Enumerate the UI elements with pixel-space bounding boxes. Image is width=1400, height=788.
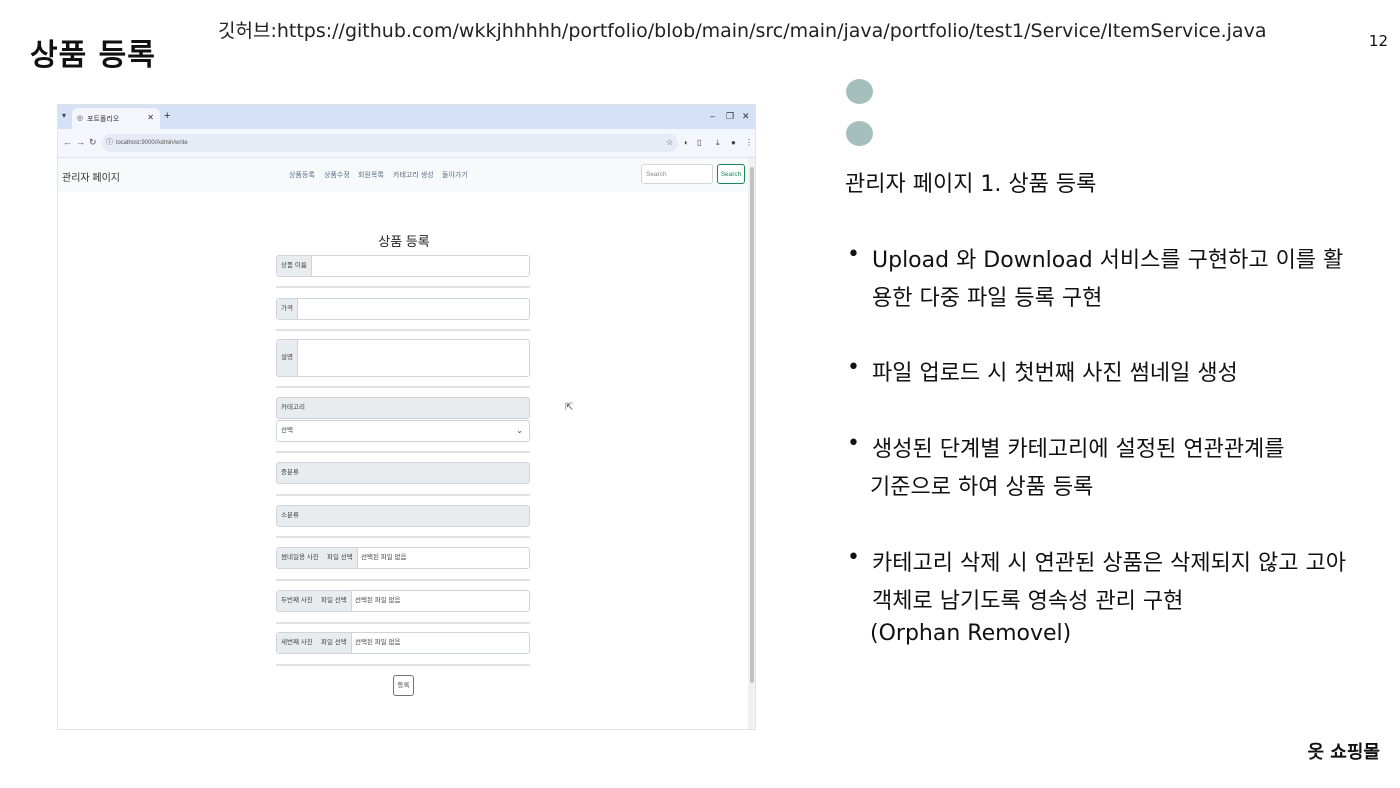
price-field[interactable]: 가격 xyxy=(276,298,530,320)
divider xyxy=(276,622,530,624)
restore-icon[interactable]: ❐ xyxy=(726,111,734,122)
minimize-icon[interactable]: – xyxy=(710,111,715,121)
chevron-down-icon: ⌄ xyxy=(516,426,523,435)
mid-category-field[interactable]: 중분류 xyxy=(276,462,530,484)
thumbnail-label: 썸네일용 사진 xyxy=(277,548,324,568)
name-field[interactable]: 상품 이름 xyxy=(276,255,530,277)
nav-link-members[interactable]: 회원목록 xyxy=(358,170,384,180)
second-photo-file-input[interactable]: 두번째 사진 파일 선택 선택된 파일 없음 xyxy=(276,590,530,612)
form-title: 상품 등록 xyxy=(378,234,430,249)
bullet-icon: • xyxy=(847,355,860,380)
nav-link-register[interactable]: 상품등록 xyxy=(289,170,315,180)
category-select[interactable]: 선택 ⌄ xyxy=(276,420,530,442)
divider xyxy=(276,579,530,581)
navbar-brand[interactable]: 관리자 페이지 xyxy=(62,169,120,184)
extension-icon[interactable]: ◐ xyxy=(684,138,689,147)
second-photo-label: 두번째 사진 xyxy=(277,591,318,611)
browser-tab-bar xyxy=(58,105,755,129)
name-label: 상품 이름 xyxy=(277,256,312,276)
slide-title: 상품 등록 xyxy=(30,38,156,73)
divider xyxy=(276,329,530,331)
thumbnail-file-input[interactable]: 썸네일용 사진 파일 선택 선택된 파일 없음 xyxy=(276,547,530,569)
url-text: localhost:9000/Admin/write xyxy=(116,140,188,146)
third-photo-file-input[interactable]: 세번째 사진 파일 선택 선택된 파일 없음 xyxy=(276,632,530,654)
download-icon[interactable]: ⤓ xyxy=(716,138,720,148)
footer-brand: 옷 쇼핑몰 xyxy=(1307,742,1380,763)
divider xyxy=(276,536,530,538)
submit-button[interactable]: 등록 xyxy=(393,675,414,696)
divider xyxy=(276,286,530,288)
choose-file-button[interactable]: 파일 선택 xyxy=(317,591,352,611)
bullet-icon: • xyxy=(847,545,860,570)
menu-icon[interactable]: ⋮ xyxy=(745,138,753,147)
divider xyxy=(276,451,530,453)
divider xyxy=(276,664,530,666)
price-label: 가격 xyxy=(277,299,298,319)
admin-page-screenshot: ▾ ◎ 포트폴리오 ✕ + – ❐ ✕ ← → ↻ ⓘ localhost:90… xyxy=(57,104,756,730)
tab-list-chevron-icon[interactable]: ▾ xyxy=(62,111,66,120)
mouse-cursor-icon: ⇱ xyxy=(565,402,574,413)
site-info-icon[interactable]: ⓘ xyxy=(106,134,113,152)
bullet-1-line-2: 용한 다중 파일 등록 구현 xyxy=(872,286,1103,311)
bullet-icon: • xyxy=(847,431,860,456)
close-window-icon[interactable]: ✕ xyxy=(742,111,750,122)
bookmark-star-icon[interactable]: ☆ xyxy=(666,138,673,147)
bullet-1-line-1: Upload 와 Download 서비스를 구현하고 이를 활 xyxy=(872,248,1344,273)
back-icon[interactable]: ← xyxy=(63,137,72,147)
reload-icon[interactable]: ↻ xyxy=(89,137,97,148)
github-link[interactable]: 깃허브:https://github.com/wkkjhhhhh/portfol… xyxy=(218,16,1266,43)
new-tab-icon[interactable]: + xyxy=(164,110,170,122)
bullet-3-line-1: 생성된 단계별 카테고리에 설정된 연관관계를 xyxy=(872,437,1285,462)
choose-file-button[interactable]: 파일 선택 xyxy=(323,548,358,568)
category-selected: 선택 xyxy=(281,427,293,434)
page-number: 12 xyxy=(1368,32,1388,50)
decorative-dot xyxy=(846,79,873,104)
divider xyxy=(276,494,530,496)
scrollbar-thumb[interactable] xyxy=(750,167,754,683)
bullet-icon: • xyxy=(847,242,860,267)
search-input[interactable]: Search xyxy=(641,164,713,184)
category-label: 카테고리 xyxy=(276,397,530,419)
bullet-4-line-1: 카테고리 삭제 시 연관된 상품은 삭제되지 않고 고아 xyxy=(872,551,1346,576)
bullet-2-line-1: 파일 업로드 시 첫번째 사진 썸네일 생성 xyxy=(872,361,1238,386)
no-file-text: 선택된 파일 없음 xyxy=(355,639,401,646)
search-button[interactable]: Search xyxy=(717,164,745,184)
profile-icon[interactable]: ● xyxy=(731,138,736,147)
browser-tab[interactable]: ◎ 포트폴리오 ✕ xyxy=(72,108,160,129)
tab-title: 포트폴리오 xyxy=(87,116,120,123)
close-tab-icon[interactable]: ✕ xyxy=(147,113,154,122)
third-photo-label: 세번째 사진 xyxy=(277,633,318,653)
bullet-4-line-3: (Orphan Removel) xyxy=(870,621,1072,646)
panel-heading: 관리자 페이지 1. 상품 등록 xyxy=(845,172,1097,197)
no-file-text: 선택된 파일 없음 xyxy=(355,597,401,604)
sub-category-field[interactable]: 소분류 xyxy=(276,505,530,527)
nav-link-back[interactable]: 돌아가기 xyxy=(442,170,468,180)
bullet-3-line-2: 기준으로 하여 상품 등록 xyxy=(870,475,1094,500)
no-file-text: 선택된 파일 없음 xyxy=(361,554,407,561)
globe-icon: ◎ xyxy=(77,115,84,122)
sidepanel-icon[interactable]: ▯ xyxy=(697,138,701,147)
forward-icon[interactable]: → xyxy=(76,137,85,147)
url-field[interactable]: ⓘ localhost:9000/Admin/write xyxy=(102,134,678,152)
decorative-dot xyxy=(846,121,873,146)
divider xyxy=(276,386,530,388)
bullet-4-line-2: 객체로 남기도록 영속성 관리 구현 xyxy=(872,589,1184,614)
description-field[interactable]: 설명 xyxy=(276,339,530,377)
choose-file-button[interactable]: 파일 선택 xyxy=(317,633,352,653)
nav-link-edit[interactable]: 상품수정 xyxy=(324,170,350,180)
description-label: 설명 xyxy=(277,340,298,376)
nav-link-category[interactable]: 카테고리 생성 xyxy=(393,170,434,180)
